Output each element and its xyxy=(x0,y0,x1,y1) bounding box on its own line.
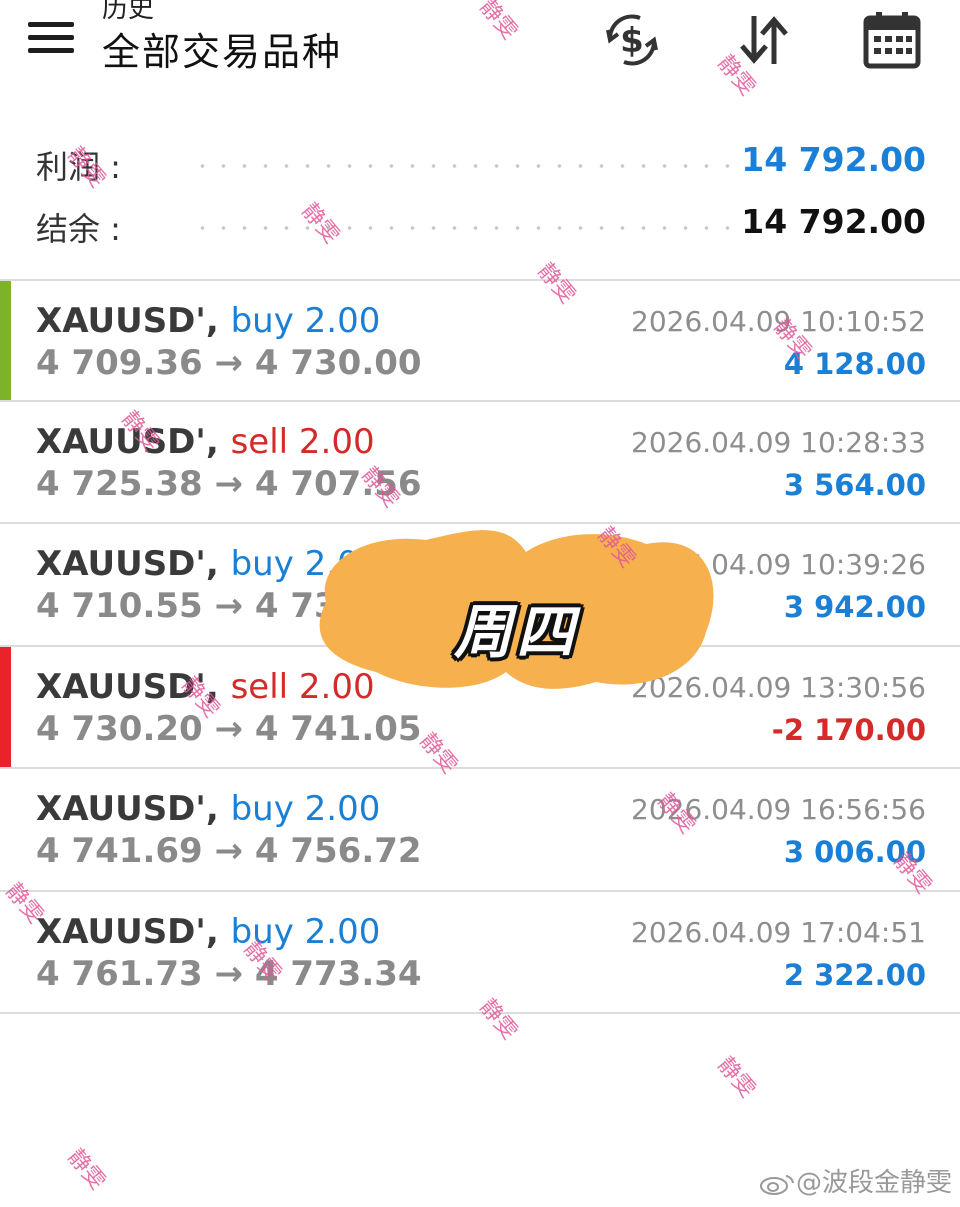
symbol-text: XAUUSD', xyxy=(36,544,219,584)
trade-pnl: -2 170.00 xyxy=(771,712,926,747)
weekday-overlay-text: 周四 xyxy=(454,598,579,666)
trade-indicator-bar xyxy=(0,524,11,645)
trade-time: 2026.04.09 16:56:56 xyxy=(631,793,926,826)
trade-pnl: 3 942.00 xyxy=(783,590,926,624)
trade-row[interactable]: XAUUSD', buy 2.00 4 709.36 → 4 730.00 20… xyxy=(0,279,960,402)
trade-prices: 4 709.36 → 4 730.00 xyxy=(36,343,422,383)
trade-indicator-bar xyxy=(0,769,11,890)
watermark: 静雯 xyxy=(712,1052,760,1103)
trade-prices: 4 730.20 → 4 741.05 xyxy=(36,708,422,749)
trade-row[interactable]: XAUUSD', buy 2.00 4 741.69 → 4 756.72 20… xyxy=(0,769,960,892)
symbol-text: XAUUSD', xyxy=(36,666,219,707)
dotted-leader xyxy=(192,226,746,230)
trade-prices: 4 725.38 → 4 707.56 xyxy=(36,463,422,504)
symbol-text: XAUUSD', xyxy=(36,421,219,462)
trade-indicator-bar xyxy=(0,281,11,400)
profit-value: 14 792.00 xyxy=(741,140,926,179)
summary-panel: 利润 : 14 792.00 结余 : 14 792.00 xyxy=(0,128,960,278)
page-subtitle: 历史 xyxy=(102,0,155,24)
trade-indicator-bar xyxy=(0,646,11,767)
trade-symbol: XAUUSD', buy 2.00 xyxy=(36,912,380,952)
trade-time: 2026.04.09 10:10:52 xyxy=(631,305,926,338)
trade-time: 2026.04.09 13:30:56 xyxy=(631,670,926,704)
trade-time: 2026.04.09 10:28:33 xyxy=(631,425,926,459)
svg-text:$: $ xyxy=(620,21,644,61)
trade-symbol: XAUUSD', buy 2.00 xyxy=(36,301,380,341)
symbol-text: XAUUSD', xyxy=(36,301,219,341)
currency-exchange-icon[interactable]: $ xyxy=(600,8,664,72)
trade-row[interactable]: XAUUSD', sell 2.00 4 725.38 → 4 707.56 2… xyxy=(0,402,960,524)
symbol-text: XAUUSD', xyxy=(36,911,219,952)
trade-side: buy 2.00 xyxy=(230,301,381,341)
trade-symbol: XAUUSD', buy 2.00 xyxy=(36,789,380,829)
trade-row[interactable]: XAUUSD', buy 2.00 4 761.73 → 4 773.34 20… xyxy=(0,892,960,1014)
trade-symbol: XAUUSD', sell 2.00 xyxy=(36,422,375,462)
trade-side: buy 2.00 xyxy=(230,544,381,584)
watermark: 静雯 xyxy=(62,1144,110,1195)
weibo-icon xyxy=(759,1174,794,1195)
trade-side: sell 2.00 xyxy=(230,666,375,707)
trade-pnl: 3 006.00 xyxy=(783,835,926,869)
title-block: 历史 全部交易品种 xyxy=(102,0,342,78)
dotted-leader xyxy=(192,164,746,168)
trade-indicator-bar xyxy=(0,402,11,523)
credit-text: @波段金静雯 xyxy=(795,1168,952,1198)
calendar-icon[interactable] xyxy=(860,8,924,72)
symbol-text: XAUUSD', xyxy=(36,789,219,829)
trade-prices: 4 761.73 → 4 773.34 xyxy=(36,953,422,994)
trade-time: 2026.04.09 17:04:51 xyxy=(631,915,926,949)
app-header: 历史 全部交易品种 $ xyxy=(0,0,960,110)
profit-label: 利润 : xyxy=(36,148,121,186)
balance-value: 14 792.00 xyxy=(741,202,926,241)
trade-indicator-bar xyxy=(0,892,11,1013)
trade-time: 2026.04.09 10:39:26 xyxy=(631,548,926,581)
profit-row: 利润 : 14 792.00 xyxy=(36,134,926,194)
trade-side: buy 2.00 xyxy=(230,911,381,952)
trade-symbol: XAUUSD', buy 2.00 xyxy=(36,544,380,584)
sort-icon[interactable] xyxy=(732,8,796,72)
page-title[interactable]: 全部交易品种 xyxy=(102,26,342,78)
trade-pnl: 4 128.00 xyxy=(783,347,926,381)
trade-side: sell 2.00 xyxy=(230,421,375,462)
trade-pnl: 2 322.00 xyxy=(783,957,926,992)
trade-prices: 4 710.55 → 4 730 xyxy=(36,586,362,626)
trade-side: buy 2.00 xyxy=(230,789,381,829)
menu-icon[interactable] xyxy=(28,22,74,58)
weibo-credit: @波段金静雯 xyxy=(758,1162,952,1199)
trade-prices: 4 741.69 → 4 756.72 xyxy=(36,831,422,871)
trade-pnl: 3 564.00 xyxy=(783,467,926,502)
trade-symbol: XAUUSD', sell 2.00 xyxy=(36,667,375,707)
balance-row: 结余 : 14 792.00 xyxy=(36,196,926,256)
balance-label: 结余 : xyxy=(36,210,121,248)
